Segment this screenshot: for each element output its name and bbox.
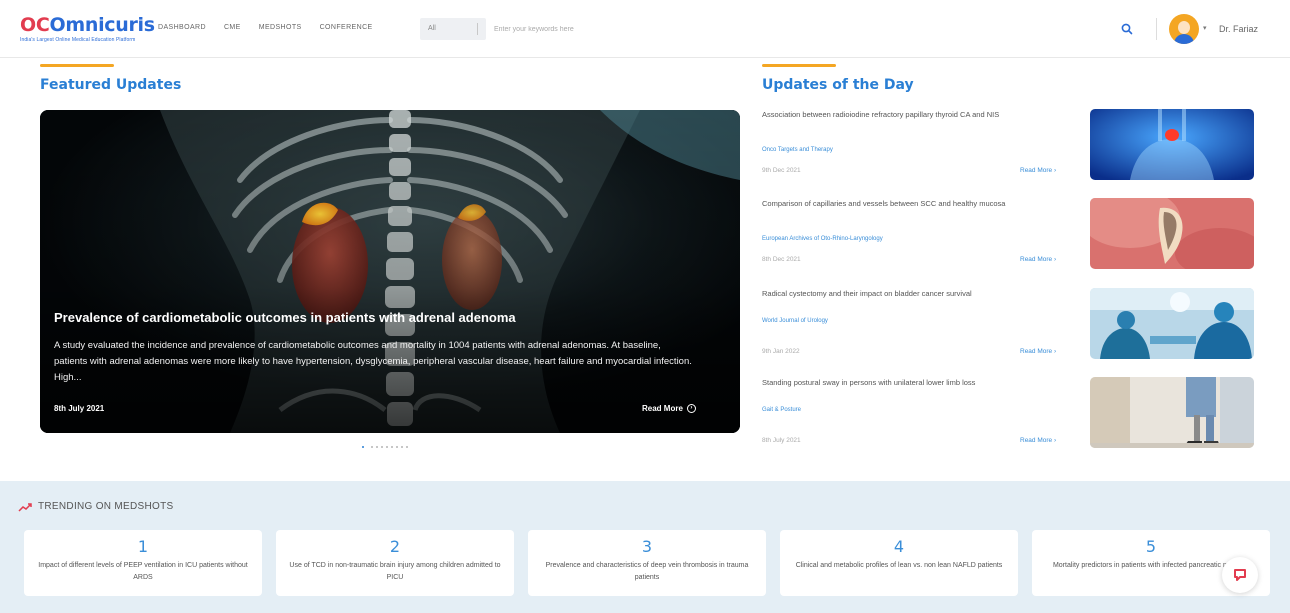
hero-date: 8th July 2021 — [54, 404, 105, 413]
hero-title[interactable]: Prevalence of cardiometabolic outcomes i… — [54, 310, 714, 325]
updates-heading: Updates of the Day — [762, 77, 914, 93]
main-nav: DASHBOARD CME MEDSHOTS CONFERENCE — [158, 24, 373, 31]
search-bar: All — [420, 18, 786, 40]
update-read-more-link[interactable]: Read More › — [1020, 256, 1056, 263]
update-source[interactable]: Onco Targets and Therapy — [762, 147, 833, 153]
nav-dashboard[interactable]: DASHBOARD — [158, 24, 206, 31]
logo-name: Omnicuris — [49, 14, 156, 36]
top-navbar: OCOmnicuris India's Largest Online Medic… — [0, 0, 1290, 58]
update-item[interactable]: Standing postural sway in persons with u… — [762, 377, 1254, 449]
trending-title[interactable]: Prevalence and characteristics of deep v… — [528, 560, 766, 584]
update-date: 8th Dec 2021 — [762, 256, 801, 263]
chevron-right-icon: › — [1053, 437, 1057, 444]
trending-card[interactable]: 3 Prevalence and characteristics of deep… — [528, 530, 766, 596]
update-source[interactable]: Gait & Posture — [762, 407, 801, 413]
trending-card[interactable]: 1 Impact of different levels of PEEP ven… — [24, 530, 262, 596]
update-thumbnail[interactable] — [1090, 288, 1254, 359]
update-thumbnail[interactable] — [1090, 377, 1254, 448]
omnicuris-logo[interactable]: OCOmnicuris India's Largest Online Medic… — [20, 14, 155, 43]
carousel-dot[interactable] — [401, 446, 403, 448]
carousel-dot[interactable] — [391, 446, 393, 448]
hero-read-more-label: Read More — [642, 404, 683, 413]
logo-tagline: India's Largest Online Medical Education… — [20, 37, 136, 43]
read-more-label: Read More — [1020, 256, 1053, 263]
read-more-label: Read More — [1020, 348, 1053, 355]
chevron-right-icon: › — [1053, 256, 1057, 263]
carousel-dot[interactable] — [376, 446, 378, 448]
avatar-body — [1174, 34, 1194, 44]
nav-cme[interactable]: CME — [224, 24, 241, 31]
chevron-right-icon: › — [1053, 348, 1057, 355]
arrow-right-icon: › — [686, 404, 696, 413]
update-title[interactable]: Comparison of capillaries and vessels be… — [762, 198, 1080, 210]
update-source[interactable]: World Journal of Urology — [762, 318, 828, 324]
trending-title[interactable]: Use of TCD in non-traumatic brain injury… — [276, 560, 514, 584]
carousel-dot[interactable] — [381, 446, 383, 448]
update-read-more-link[interactable]: Read More › — [1020, 348, 1056, 355]
trending-up-icon — [18, 502, 32, 512]
chat-button[interactable] — [1222, 557, 1258, 593]
updates-accent-bar — [762, 64, 836, 67]
nav-medshots[interactable]: MEDSHOTS — [259, 24, 302, 31]
trending-rank: 2 — [389, 537, 401, 556]
chat-icon — [1234, 569, 1246, 581]
trending-rank: 1 — [137, 537, 149, 556]
search-filter-select[interactable]: All — [420, 18, 486, 40]
trending-section: TRENDING ON MEDSHOTS 1 Impact of differe… — [0, 481, 1290, 613]
trending-title[interactable]: Clinical and metabolic profiles of lean … — [780, 560, 1018, 572]
hero-description: A study evaluated the incidence and prev… — [54, 340, 692, 383]
chevron-down-icon[interactable]: ▾ — [1203, 24, 1207, 32]
nav-divider — [1156, 18, 1157, 40]
update-title[interactable]: Standing postural sway in persons with u… — [762, 377, 1080, 389]
update-thumbnail[interactable] — [1090, 198, 1254, 269]
chevron-right-icon: › — [1053, 167, 1057, 174]
update-read-more-link[interactable]: Read More › — [1020, 437, 1056, 444]
trending-rank: 5 — [1145, 537, 1157, 556]
trending-header: TRENDING ON MEDSHOTS — [18, 501, 173, 512]
trending-rank: 3 — [641, 537, 653, 556]
update-item[interactable]: Association between radioiodine refracto… — [762, 109, 1254, 181]
carousel-dot[interactable] — [406, 446, 408, 448]
carousel-dot[interactable] — [371, 446, 373, 448]
user-name[interactable]: Dr. Fariaz — [1219, 24, 1258, 34]
nav-conference[interactable]: CONFERENCE — [320, 24, 373, 31]
trending-title[interactable]: Impact of different levels of PEEP venti… — [24, 560, 262, 584]
avatar[interactable] — [1169, 14, 1199, 44]
featured-heading: Featured Updates — [40, 77, 182, 93]
search-icon[interactable] — [1120, 22, 1134, 36]
carousel-dot[interactable] — [396, 446, 398, 448]
carousel-dot[interactable] — [362, 446, 364, 448]
carousel-dot[interactable] — [386, 446, 388, 448]
update-thumbnail[interactable] — [1090, 109, 1254, 180]
update-title[interactable]: Association between radioiodine refracto… — [762, 109, 1080, 121]
carousel-dots — [362, 446, 408, 448]
trending-card[interactable]: 2 Use of TCD in non-traumatic brain inju… — [276, 530, 514, 596]
trending-card[interactable]: 4 Clinical and metabolic profiles of lea… — [780, 530, 1018, 596]
featured-accent-bar — [40, 64, 114, 67]
trending-rank: 4 — [893, 537, 905, 556]
read-more-label: Read More — [1020, 167, 1053, 174]
logo-prefix: OC — [20, 14, 50, 36]
update-read-more-link[interactable]: Read More › — [1020, 167, 1056, 174]
update-date: 8th July 2021 — [762, 437, 801, 444]
read-more-label: Read More — [1020, 437, 1053, 444]
update-date: 9th Jan 2022 — [762, 348, 800, 355]
update-source[interactable]: European Archives of Oto-Rhino-Laryngolo… — [762, 236, 883, 242]
search-input[interactable] — [486, 18, 786, 40]
avatar-face — [1178, 21, 1190, 34]
update-item[interactable]: Comparison of capillaries and vessels be… — [762, 198, 1254, 270]
hero-read-more-link[interactable]: Read More › — [642, 404, 696, 413]
trending-heading: TRENDING ON MEDSHOTS — [38, 501, 174, 512]
update-title[interactable]: Radical cystectomy and their impact on b… — [762, 288, 1080, 300]
featured-hero-card[interactable]: Prevalence of cardiometabolic outcomes i… — [40, 110, 740, 433]
update-date: 9th Dec 2021 — [762, 167, 801, 174]
update-item[interactable]: Radical cystectomy and their impact on b… — [762, 288, 1254, 360]
